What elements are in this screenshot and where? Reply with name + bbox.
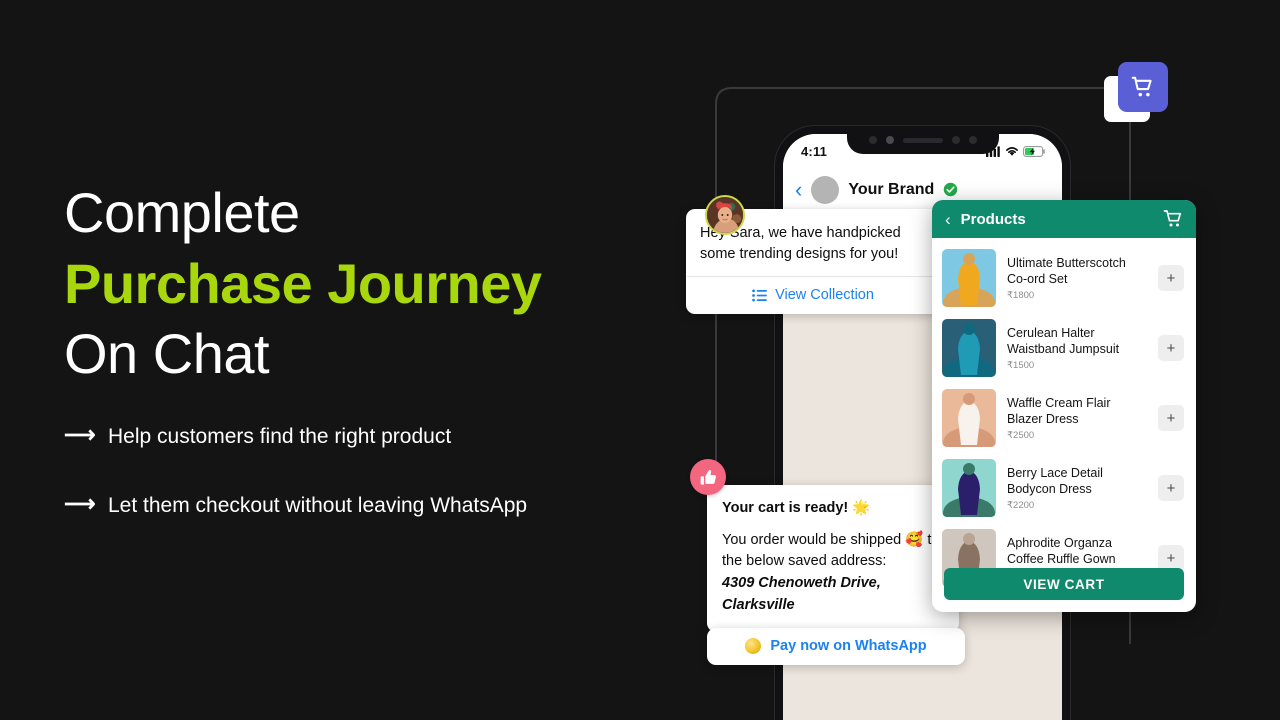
table-row[interactable]: Waffle Cream Flair Blazer Dress ₹2500 +: [932, 383, 1196, 453]
notch-sensor-icon: [868, 136, 877, 144]
chat-contact-name: Your Brand: [848, 180, 935, 198]
avatar[interactable]: [811, 175, 840, 204]
product-image: [942, 389, 996, 447]
notch-sensor-2-icon: [951, 136, 960, 144]
products-title: Products: [960, 210, 1026, 228]
shopping-cart-icon: [1163, 210, 1182, 227]
products-panel: ‹ Products Ultimate Butterscotch Co-ord …: [932, 200, 1196, 612]
list-icon: [752, 289, 767, 302]
product-info: Cerulean Halter Waistband Jumpsuit ₹1500: [1007, 325, 1147, 371]
notch-camera-icon: [885, 136, 894, 144]
sender-avatar: [705, 195, 745, 235]
pay-now-label: Pay now on WhatsApp: [770, 638, 927, 654]
headline-line-3: On Chat: [64, 322, 270, 386]
product-info: Berry Lace Detail Bodycon Dress ₹2200: [1007, 465, 1147, 511]
product-name: Cerulean Halter Waistband Jumpsuit: [1007, 326, 1120, 356]
view-cart-label: VIEW CART: [1023, 576, 1105, 592]
chevron-left-icon[interactable]: ‹: [795, 178, 802, 201]
cart-ready-text: Your cart is ready! 🌟: [722, 500, 871, 516]
status-time: 4:11: [801, 143, 828, 159]
headline-line-2: Purchase Journey: [64, 251, 542, 315]
verified-badge-icon: [944, 182, 958, 197]
product-price: ₹1800: [1007, 290, 1035, 301]
address-line-2: Clarksville: [722, 597, 795, 614]
add-to-cart-button[interactable]: +: [1158, 475, 1184, 501]
avatar-illustration: [707, 197, 743, 233]
bullet-label: Let them checkout without leaving WhatsA…: [108, 493, 528, 517]
add-to-cart-button[interactable]: +: [1158, 265, 1184, 291]
notch-speaker-icon: [902, 137, 943, 143]
shipping-text: You order would be shipped 🥰 to the belo…: [722, 532, 940, 569]
coin-icon: [745, 638, 762, 654]
list-item: ⟶ Let them checkout without leaving What…: [64, 489, 624, 524]
product-price: ₹1500: [1007, 360, 1035, 371]
view-collection-button[interactable]: View Collection: [686, 277, 940, 314]
product-name: Ultimate Butterscotch Co-ord Set: [1007, 256, 1126, 286]
products-header: ‹ Products: [932, 200, 1196, 238]
cart-button[interactable]: [1163, 209, 1183, 229]
product-thumbnail: [942, 389, 996, 447]
product-image: [942, 249, 996, 307]
product-name: Berry Lace Detail Bodycon Dress: [1007, 466, 1103, 496]
product-info: Ultimate Butterscotch Co-ord Set ₹1800: [1007, 255, 1147, 301]
thumbs-up-reaction-badge: [690, 459, 726, 495]
wifi-icon: [1006, 146, 1018, 156]
product-name: Waffle Cream Flair Blazer Dress: [1007, 396, 1111, 426]
chat-bubble-cart: Your cart is ready! 🌟 You order would be…: [707, 485, 959, 632]
table-row[interactable]: Cerulean Halter Waistband Jumpsuit ₹1500 +: [932, 313, 1196, 383]
product-name: Aphrodite Organza Coffee Ruffle Gown: [1007, 536, 1116, 566]
view-cart-button[interactable]: VIEW CART: [944, 568, 1184, 600]
address-line-1: 4309 Chenoweth Drive,: [722, 575, 881, 592]
product-image: [942, 459, 996, 517]
chevron-left-icon[interactable]: ‹: [945, 211, 951, 228]
cart-badge-tile[interactable]: [1118, 62, 1168, 112]
notch-sensor-3-icon: [968, 136, 977, 144]
battery-charging-icon: [1023, 145, 1045, 157]
cart-badge[interactable]: [1104, 62, 1168, 124]
list-item: ⟶ Help customers find the right product: [64, 420, 624, 455]
product-price: ₹2500: [1007, 430, 1035, 441]
shopping-cart-icon: [1131, 76, 1152, 97]
thumbs-up-icon: [700, 469, 716, 485]
add-to-cart-button[interactable]: +: [1158, 335, 1184, 361]
view-collection-label: View Collection: [775, 287, 874, 304]
page-title: Complete Purchase Journey On Chat: [64, 178, 664, 390]
product-list: Ultimate Butterscotch Co-ord Set ₹1800 + Ce…: [932, 238, 1196, 593]
table-row[interactable]: Berry Lace Detail Bodycon Dress ₹2200 +: [932, 453, 1196, 523]
phone-notch: [846, 134, 999, 154]
table-row[interactable]: Ultimate Butterscotch Co-ord Set ₹1800 +: [932, 243, 1196, 313]
product-info: Waffle Cream Flair Blazer Dress ₹2500: [1007, 395, 1147, 441]
arrow-right-icon: ⟶: [64, 490, 96, 516]
product-thumbnail: [942, 319, 996, 377]
pay-now-button[interactable]: Pay now on WhatsApp: [707, 628, 965, 665]
headline-line-1: Complete: [64, 181, 300, 244]
add-to-cart-button[interactable]: +: [1158, 405, 1184, 431]
hero-copy: Complete Purchase Journey On Chat: [64, 178, 664, 390]
product-thumbnail: [942, 459, 996, 517]
product-price: ₹2200: [1007, 500, 1035, 511]
product-thumbnail: [942, 249, 996, 307]
feature-bullet-list: ⟶ Help customers find the right product …: [64, 420, 624, 557]
arrow-right-icon: ⟶: [64, 422, 96, 447]
status-bar: 4:11: [783, 134, 1062, 168]
product-image: [942, 319, 996, 377]
bullet-label: Help customers find the right product: [108, 425, 452, 448]
